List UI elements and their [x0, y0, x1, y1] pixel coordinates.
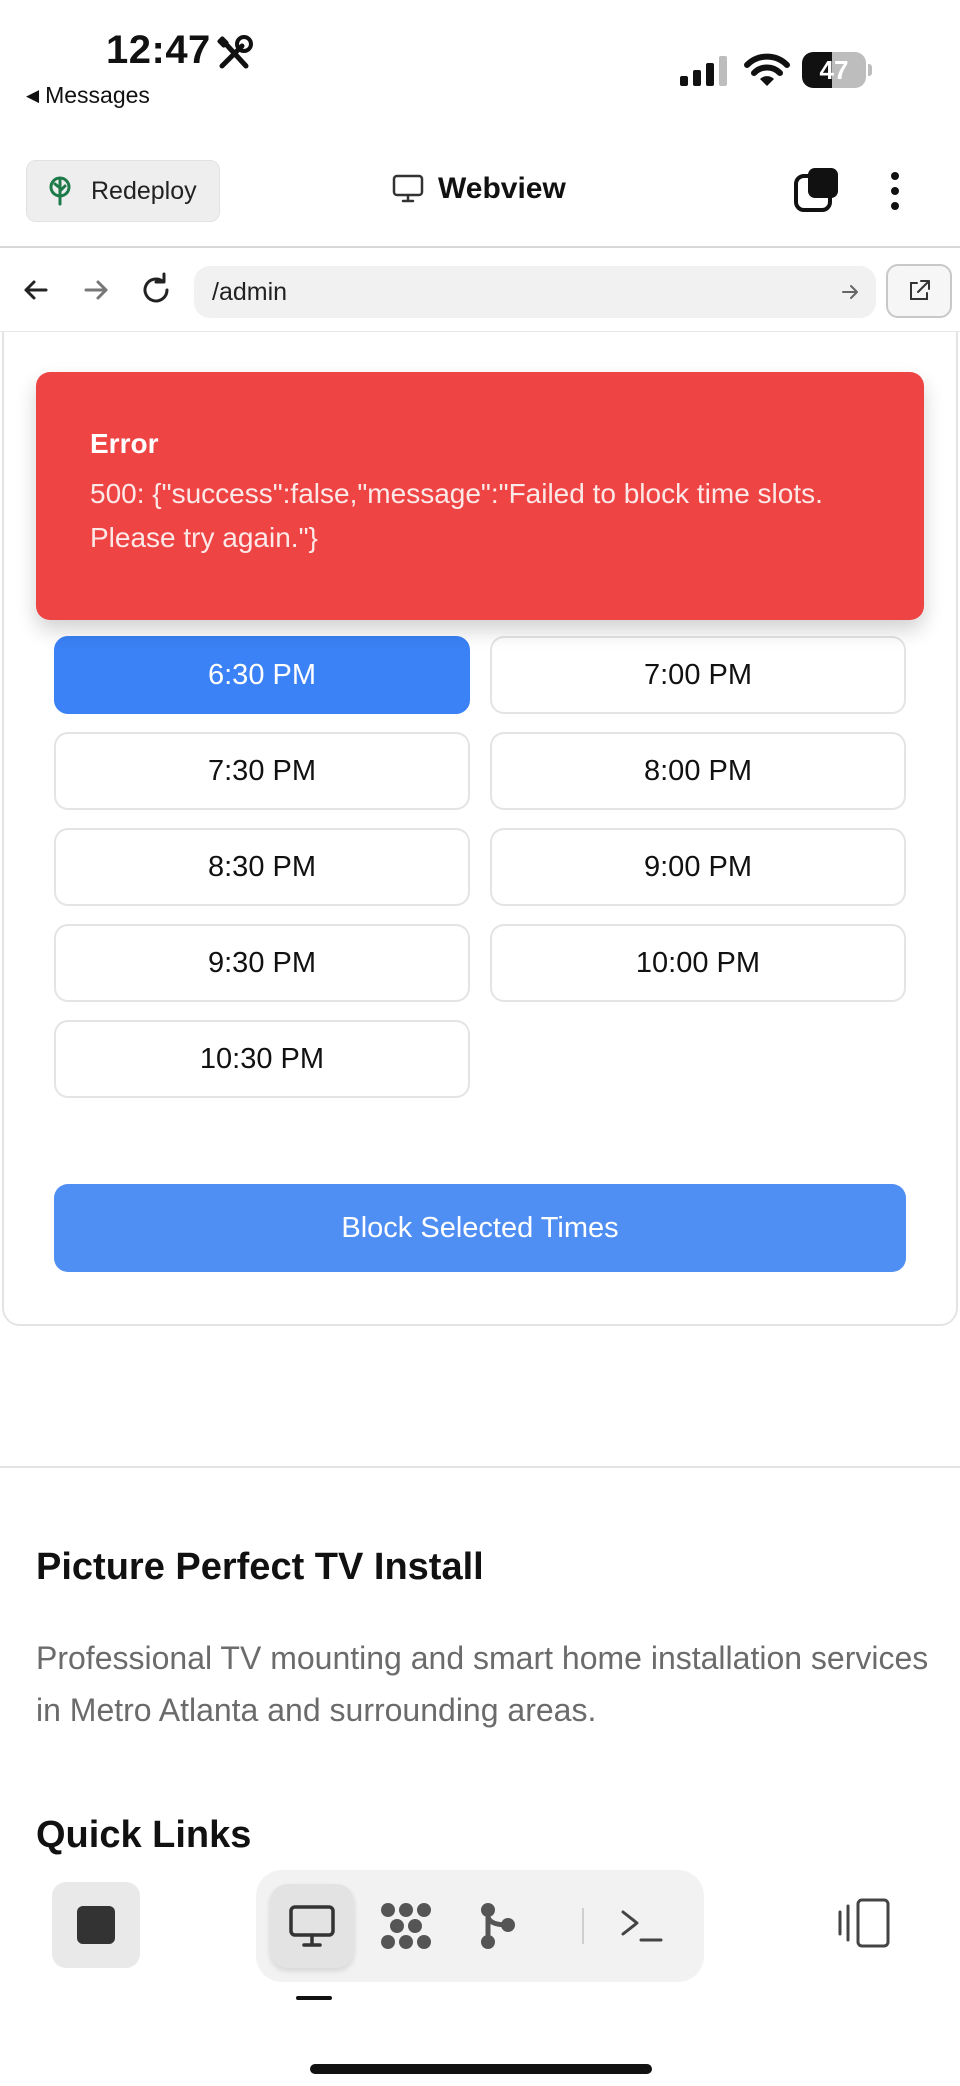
time-slot-grid: 6:30 PM 7:00 PM 7:30 PM 8:00 PM 8:30 PM 9:00 …	[54, 636, 906, 1098]
redeploy-label: Redeploy	[91, 176, 197, 205]
dots-grid-tool-button[interactable]	[364, 1884, 448, 1968]
status-bar: 12:47 ◀ Messages 47	[0, 0, 960, 140]
url-bar: /admin	[0, 246, 960, 332]
reload-icon[interactable]	[136, 270, 176, 310]
status-time: 12:47	[106, 28, 211, 72]
time-slot-button[interactable]: 6:30 PM	[54, 636, 470, 714]
home-indicator[interactable]	[310, 2064, 652, 2074]
tabs-icon[interactable]	[792, 166, 842, 216]
monitor-icon	[392, 174, 424, 203]
open-external-button[interactable]	[886, 264, 952, 318]
time-slot-button[interactable]: 9:00 PM	[490, 828, 906, 906]
external-link-icon	[910, 280, 930, 300]
time-slot-button[interactable]: 9:30 PM	[54, 924, 470, 1002]
footer-description: Professional TV mounting and smart home …	[36, 1640, 929, 1728]
time-slot-button[interactable]: 7:30 PM	[54, 732, 470, 810]
git-branch-icon	[481, 1903, 515, 1949]
time-slot-button[interactable]: 8:30 PM	[54, 828, 470, 906]
tool-switcher	[256, 1870, 704, 1982]
redeploy-button[interactable]: Redeploy	[26, 160, 220, 222]
webview-toolbar: Redeploy Webview	[0, 140, 960, 248]
terminal-icon	[621, 1910, 663, 1942]
block-selected-times-button[interactable]: Block Selected Times	[54, 1184, 906, 1272]
error-title: Error	[90, 428, 159, 459]
error-message: 500: {"success":false,"message":"Failed …	[90, 478, 823, 553]
footer-business-name: Picture Perfect TV Install	[36, 1546, 484, 1588]
monitor-icon	[289, 1905, 335, 1947]
webview-title: Webview	[392, 172, 566, 206]
bottom-dock	[0, 1862, 960, 2086]
arrow-left-icon[interactable]	[16, 270, 56, 310]
time-slot-button[interactable]: 10:00 PM	[490, 924, 906, 1002]
arrow-right-small-icon[interactable]	[838, 280, 862, 304]
time-slot-button[interactable]: 10:30 PM	[54, 1020, 470, 1098]
url-text: /admin	[212, 278, 288, 306]
battery-icon: 47	[802, 52, 872, 88]
error-toast[interactable]: Error 500: {"success":false,"message":"F…	[36, 372, 924, 620]
time-slot-button[interactable]: 8:00 PM	[490, 732, 906, 810]
layout-panels-icon[interactable]	[834, 1892, 894, 1954]
back-to-messages[interactable]: ◀ Messages	[26, 82, 150, 109]
wifi-icon	[744, 53, 790, 86]
tool-divider	[582, 1908, 584, 1944]
stop-button[interactable]	[52, 1882, 140, 1968]
arrow-right-icon[interactable]	[76, 270, 116, 310]
tree-icon	[49, 176, 71, 206]
battery-level: 47	[819, 55, 849, 85]
time-slot-button[interactable]: 7:00 PM	[490, 636, 906, 714]
signal-icon	[680, 56, 727, 86]
tools-icon	[217, 35, 253, 69]
webview-tool-button[interactable]	[270, 1884, 354, 1968]
git-tool-button[interactable]	[456, 1884, 540, 1968]
footer-quick-links-heading: Quick Links	[36, 1814, 252, 1856]
back-app-label: Messages	[45, 82, 150, 108]
active-tool-indicator	[296, 1996, 332, 2000]
dots-grid-icon	[381, 1903, 431, 1949]
webview-content: Error 500: {"success":false,"message":"F…	[0, 332, 960, 1862]
terminal-tool-button[interactable]	[600, 1884, 684, 1968]
webview-title-label: Webview	[438, 172, 566, 205]
footer-divider	[0, 1466, 960, 1468]
back-triangle-icon: ◀	[26, 85, 40, 105]
url-input[interactable]: /admin	[194, 266, 876, 318]
more-vertical-icon[interactable]	[880, 168, 910, 214]
stop-icon	[77, 1906, 115, 1944]
